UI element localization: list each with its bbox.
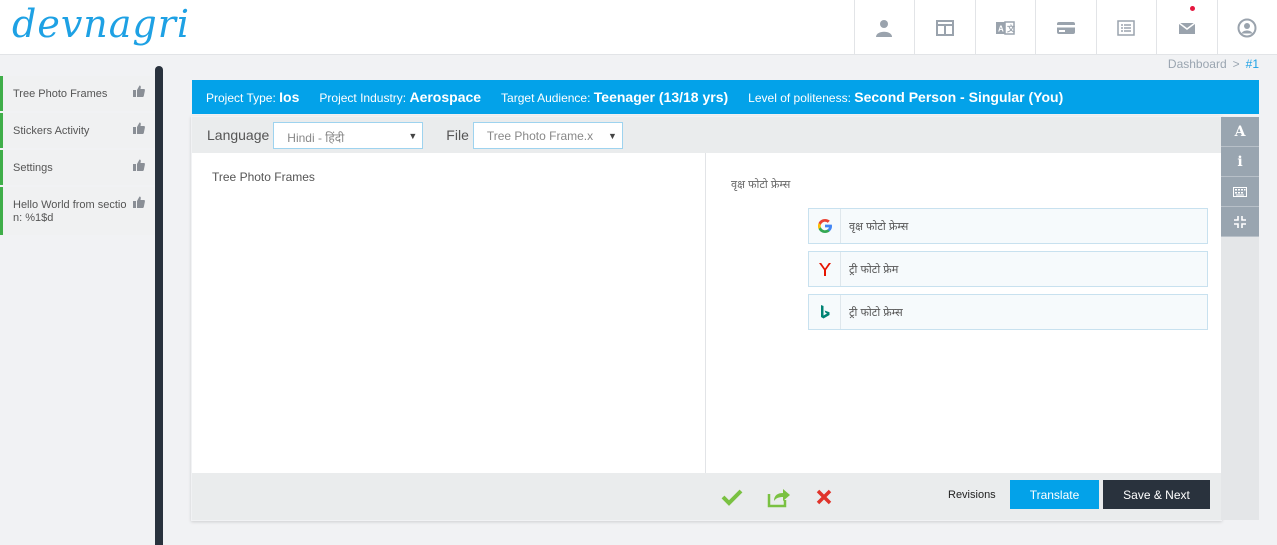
- check-icon[interactable]: [720, 485, 744, 509]
- sidebar-item-hello-world[interactable]: Hello World from section: %1$d: [0, 187, 155, 235]
- top-icon-group: A文: [853, 0, 1277, 55]
- politeness-value: Second Person - Singular (You): [854, 89, 1064, 105]
- sidebar-item-label: Stickers Activity: [13, 125, 90, 137]
- keyboard-icon[interactable]: [1221, 177, 1259, 207]
- font-icon[interactable]: A: [1221, 117, 1259, 147]
- politeness-label: Level of politeness:: [748, 91, 851, 105]
- save-next-button[interactable]: Save & Next: [1103, 480, 1210, 509]
- filter-bar: Language Hindi - हिंदी ▼ File Tree Photo…: [192, 117, 1221, 153]
- thumbs-up-icon: [133, 159, 145, 171]
- project-info-bar: Project Type: Ios Project Industry: Aero…: [192, 80, 1259, 114]
- sidebar-item-label: Settings: [13, 162, 53, 174]
- suggestion-bing[interactable]: ट्री फोटो फ्रेम्स: [808, 294, 1208, 330]
- sidebar-item-settings[interactable]: Settings: [0, 150, 155, 185]
- bing-icon: [809, 295, 841, 329]
- breadcrumb-dashboard-link[interactable]: Dashboard: [1168, 57, 1227, 71]
- language-label: Language: [207, 127, 270, 143]
- language-select[interactable]: Hindi - हिंदी ▼: [273, 121, 424, 149]
- target-audience-label: Target Audience:: [501, 91, 591, 105]
- yandex-icon: [809, 252, 841, 286]
- project-industry: Project Industry: Aerospace: [319, 89, 481, 105]
- breadcrumb: Dashboard > #1: [1168, 57, 1259, 71]
- sidebar-item-stickers-activity[interactable]: Stickers Activity: [0, 113, 155, 148]
- profile-icon[interactable]: [1216, 0, 1277, 55]
- breadcrumb-current: #1: [1245, 57, 1259, 71]
- svg-text:A: A: [998, 24, 1004, 33]
- source-string: Tree Photo Frames: [212, 170, 315, 184]
- share-icon[interactable]: [767, 485, 791, 509]
- list-icon[interactable]: [1095, 0, 1157, 55]
- suggestion-yandex[interactable]: ट्री फोटो फ्रेम: [808, 251, 1208, 287]
- project-type: Project Type: Ios: [206, 89, 299, 105]
- suggestion-google[interactable]: वृक्ष फोटो फ्रेम्स: [808, 208, 1208, 244]
- file-select-value: Tree Photo Frame.x: [486, 128, 594, 143]
- file-select[interactable]: Tree Photo Frame.x ▼: [472, 121, 623, 149]
- target-audience: Target Audience: Teenager (13/18 yrs): [501, 89, 728, 105]
- suggestion-text: वृक्ष फोटो फ्रेम्स: [849, 220, 909, 233]
- thumbs-up-icon: [133, 122, 145, 134]
- app-logo[interactable]: devnagri: [12, 2, 190, 46]
- thumbs-up-icon: [133, 196, 145, 208]
- notification-dot: [1189, 6, 1195, 11]
- editor-tools-column: A i: [1221, 117, 1259, 520]
- mail-icon[interactable]: [1156, 0, 1217, 55]
- project-type-value: Ios: [279, 89, 300, 105]
- breadcrumb-separator: >: [1232, 57, 1240, 71]
- source-panel: Tree Photo Frames: [192, 153, 706, 473]
- chevron-down-icon: ▼: [604, 130, 617, 141]
- thumbs-up-icon: [133, 85, 145, 97]
- language-select-value: Hindi - हिंदी: [287, 130, 345, 145]
- sidebar-item-label: Hello World from section: %1$d: [13, 199, 127, 224]
- target-panel[interactable]: वृक्ष फोटो फ्रेम्स वृक्ष फोटो फ्रेम्स ट्…: [706, 153, 1221, 473]
- revisions-link[interactable]: Revisions: [948, 489, 996, 501]
- layout-icon[interactable]: [914, 0, 975, 55]
- google-icon: [809, 209, 841, 243]
- project-industry-value: Aerospace: [409, 89, 482, 105]
- project-industry-label: Project Industry:: [319, 91, 407, 105]
- close-icon[interactable]: [812, 485, 836, 509]
- sidebar-scrollbar[interactable]: [155, 66, 163, 545]
- chevron-down-icon: ▼: [408, 130, 418, 141]
- string-sidebar: Tree Photo Frames Stickers Activity Sett…: [0, 76, 155, 545]
- sidebar-item-label: Tree Photo Frames: [13, 88, 108, 100]
- target-audience-value: Teenager (13/18 yrs): [593, 89, 729, 105]
- top-navbar: devnagri A文: [0, 0, 1277, 55]
- card-icon[interactable]: [1035, 0, 1096, 55]
- suggestion-text: ट्री फोटो फ्रेम्स: [849, 306, 903, 319]
- compress-icon[interactable]: [1221, 207, 1259, 237]
- file-label: File: [446, 127, 469, 143]
- translate-button[interactable]: Translate: [1010, 480, 1099, 509]
- info-icon-glyph: i: [1237, 153, 1243, 170]
- user-icon[interactable]: [853, 0, 915, 55]
- info-icon[interactable]: i: [1221, 147, 1259, 177]
- sidebar-item-tree-photo-frames[interactable]: Tree Photo Frames: [0, 76, 155, 111]
- suggestion-text: ट्री फोटो फ्रेम: [849, 263, 899, 276]
- target-translation-text[interactable]: वृक्ष फोटो फ्रेम्स: [731, 177, 790, 192]
- translate-icon[interactable]: A文: [974, 0, 1036, 55]
- font-icon-glyph: A: [1234, 123, 1246, 140]
- project-type-label: Project Type:: [206, 91, 276, 105]
- svg-text:文: 文: [1007, 23, 1015, 33]
- politeness-level: Level of politeness: Second Person - Sin…: [748, 89, 1063, 105]
- action-bar: Revisions Translate Save & Next: [192, 473, 1221, 520]
